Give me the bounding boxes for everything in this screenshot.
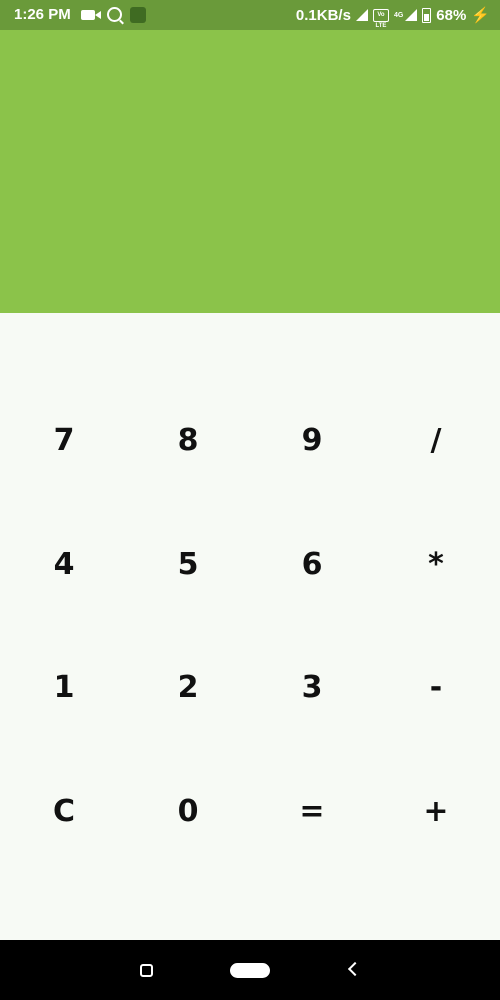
- battery-percent: 68%: [436, 6, 467, 24]
- lte-label: 4G: [393, 11, 404, 19]
- status-time: 1:26 PM: [14, 6, 71, 23]
- key-2[interactable]: 2: [138, 648, 238, 728]
- status-left: 1:26 PM: [14, 6, 146, 23]
- key-8[interactable]: 8: [138, 401, 238, 481]
- recents-icon[interactable]: [140, 964, 153, 977]
- video-camera-icon: [80, 9, 101, 20]
- key-divide[interactable]: /: [386, 401, 486, 481]
- back-icon[interactable]: [347, 961, 363, 977]
- status-right: 0.1KB/s Vo LTE 4G 68% ⚡: [295, 6, 490, 29]
- home-icon[interactable]: [230, 963, 270, 978]
- key-5[interactable]: 5: [138, 525, 238, 605]
- key-add[interactable]: +: [386, 772, 486, 852]
- navigation-bar: [0, 940, 500, 1000]
- key-subtract[interactable]: -: [386, 648, 486, 728]
- search-icon: [106, 7, 122, 22]
- key-6[interactable]: 6: [262, 525, 362, 605]
- key-1[interactable]: 1: [14, 648, 114, 728]
- app-icon: [129, 6, 146, 23]
- network-speed: 0.1KB/s: [295, 6, 351, 24]
- status-bar: 1:26 PM 0.1KB/s Vo LTE 4G 68% ⚡: [0, 0, 500, 30]
- key-4[interactable]: 4: [14, 525, 114, 605]
- key-3[interactable]: 3: [262, 648, 362, 728]
- key-equals[interactable]: =: [262, 772, 362, 852]
- key-multiply[interactable]: *: [386, 525, 486, 605]
- key-7[interactable]: 7: [14, 401, 114, 481]
- signal-icon: [355, 9, 368, 21]
- calculator-display: [0, 30, 500, 313]
- key-0[interactable]: 0: [138, 772, 238, 852]
- key-9[interactable]: 9: [262, 401, 362, 481]
- signal-icon: [405, 9, 418, 21]
- charging-icon: ⚡: [471, 7, 490, 24]
- keypad: 7 8 9 / 4 5 6 * 1 2 3 - C 0 = +: [0, 313, 500, 940]
- battery-icon: [422, 7, 432, 23]
- volte-icon: Vo LTE: [372, 8, 389, 29]
- key-clear[interactable]: C: [14, 772, 114, 852]
